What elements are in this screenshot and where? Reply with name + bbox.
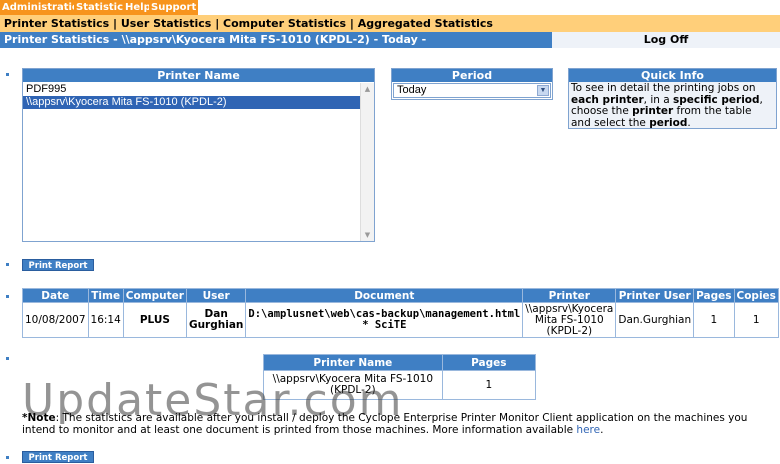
printer-list-header: Printer Name — [23, 69, 374, 82]
menu-support[interactable]: Support — [149, 0, 199, 15]
col-user: User — [185, 288, 247, 303]
col-printer-name: Printer Name — [263, 354, 443, 371]
period-header: Period — [392, 69, 552, 82]
quick-info-text: To see in detail the printing jobs on ea… — [571, 82, 763, 129]
quick-info-header: Quick Info — [569, 69, 776, 82]
bullet-icon — [6, 456, 9, 459]
printer-list-item[interactable]: PDF995 — [23, 83, 362, 96]
cell-date: 10/08/2007 — [22, 302, 89, 338]
period-selected-value: Today — [397, 84, 427, 96]
subnav-separator: | — [346, 17, 358, 30]
table-header-row: Printer Name Pages — [263, 354, 537, 371]
table-row[interactable]: 10/08/2007 16:14 PLUS Dan Gurghian D:\amp… — [22, 302, 779, 338]
bullet-icon — [6, 357, 9, 360]
col-printer-user: Printer User — [615, 288, 695, 303]
chevron-down-icon[interactable]: ▼ — [537, 85, 549, 96]
subnav-aggregated-statistics[interactable]: Aggregated Statistics — [358, 17, 493, 30]
bullet-icon — [6, 263, 9, 266]
print-jobs-table: Date Time Computer User Document Printer… — [22, 288, 779, 338]
col-document: Document — [245, 288, 524, 303]
statistics-note: *Note: The statistics are available afte… — [22, 412, 748, 436]
scroll-down-icon[interactable]: ▼ — [361, 229, 374, 241]
subnav-printer-statistics[interactable]: Printer Statistics — [4, 17, 109, 30]
statistics-sub-nav: Printer Statistics | User Statistics | C… — [0, 15, 780, 32]
print-report-button-bottom[interactable]: Print Report — [22, 451, 94, 463]
subnav-separator: | — [211, 17, 224, 30]
printer-list-scrollbar[interactable]: ▲ ▼ — [360, 83, 374, 241]
cell-copies: 1 — [733, 302, 779, 338]
period-panel: Period Today ▼ — [391, 68, 553, 100]
col-computer: Computer — [122, 288, 187, 303]
subnav-user-statistics[interactable]: User Statistics — [121, 17, 211, 30]
cell-printer-user: Dan.Gurghian — [615, 302, 695, 338]
col-time: Time — [87, 288, 124, 303]
printer-list-item-selected[interactable]: \\appsrv\Kyocera Mita FS-1010 (KPDL-2) — [23, 96, 362, 109]
top-menu-bar: Administration Statistics Help Support — [0, 0, 780, 15]
cell-user: Dan Gurghian — [185, 302, 247, 338]
log-off-link[interactable]: Log Off — [552, 32, 780, 48]
col-pages: Pages — [441, 354, 537, 371]
cell-pages: 1 — [441, 370, 537, 400]
table-header-row: Date Time Computer User Document Printer… — [22, 288, 779, 303]
cell-printer: \\appsrv\Kyocera Mita FS-1010 (KPDL-2) — [522, 302, 617, 338]
bullet-icon — [6, 73, 9, 76]
bullet-icon — [6, 295, 9, 298]
more-info-link[interactable]: here — [576, 424, 600, 436]
printer-listbox[interactable]: PDF995 \\appsrv\Kyocera Mita FS-1010 (KP… — [23, 83, 362, 241]
print-report-button[interactable]: Print Report — [22, 259, 94, 271]
scroll-up-icon[interactable]: ▲ — [361, 83, 374, 95]
col-pages: Pages — [693, 288, 735, 303]
cell-time: 16:14 — [87, 302, 124, 338]
period-select[interactable]: Today ▼ — [393, 83, 551, 98]
col-copies: Copies — [733, 288, 779, 303]
quick-info-panel: Quick Info To see in detail the printing… — [568, 68, 777, 129]
page-title: Printer Statistics - \\appsrv\Kyocera Mi… — [0, 32, 552, 48]
subnav-separator: | — [109, 17, 121, 30]
cell-document: D:\amplusnet\web\cas-backup\management.h… — [245, 302, 524, 338]
subnav-computer-statistics[interactable]: Computer Statistics — [223, 17, 346, 30]
col-date: Date — [22, 288, 89, 303]
cell-computer: PLUS — [122, 302, 187, 338]
cell-pages: 1 — [693, 302, 735, 338]
col-printer: Printer — [522, 288, 617, 303]
printer-list-panel: Printer Name PDF995 \\appsrv\Kyocera Mit… — [22, 68, 375, 242]
